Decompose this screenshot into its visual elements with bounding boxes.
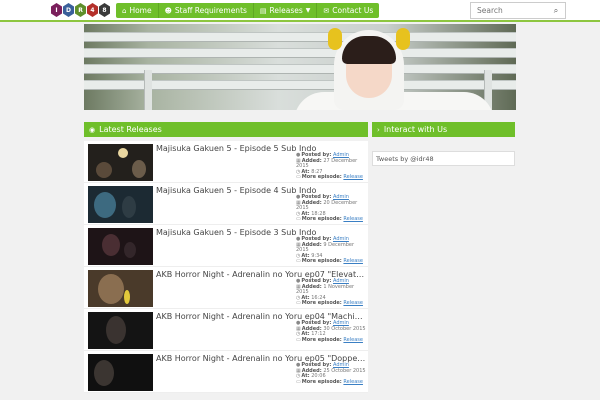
search-box: ⌕ [470, 2, 566, 19]
thumbnail-decoration [98, 274, 124, 304]
list-item: AKB Horror Night - Adrenalin no Yoru ep0… [84, 267, 368, 309]
thumbnail-decoration [106, 316, 126, 344]
release-list: Majisuka Gakuen 5 - Episode 5 Sub Indo ●… [84, 141, 368, 393]
nav-item-label: Home [129, 6, 152, 15]
folder-icon: ▭ [296, 300, 301, 307]
release-thumbnail[interactable] [88, 312, 153, 349]
nav-item-label: Contact Us [332, 6, 374, 15]
main-nav: ⌂ Home ☻ Staff Requirements ▤ Releases ▼… [116, 3, 380, 18]
chevron-down-icon: ▼ [305, 7, 311, 14]
release-meta: ●Posted by: Admin ▦Added: 1 November 201… [296, 278, 368, 307]
release-thumbnail[interactable] [88, 354, 153, 391]
section-title: Latest Releases [99, 125, 162, 134]
banner-decoration [84, 48, 516, 58]
search-input[interactable] [471, 6, 549, 15]
thumbnail-decoration [94, 360, 114, 386]
top-bar: I D R 4 8 ⌂ Home ☻ Staff Requirements ▤ … [0, 0, 600, 22]
logo-hex: I [51, 3, 62, 17]
logo-hex: D [63, 3, 74, 17]
release-link[interactable]: Release [343, 216, 363, 223]
envelope-icon: ✉ [323, 6, 330, 15]
release-link[interactable]: Release [343, 337, 363, 343]
nav-item-home[interactable]: ⌂ Home [116, 3, 159, 18]
release-link[interactable]: Release [343, 258, 363, 265]
thumbnail-decoration [122, 196, 136, 218]
section-title: Interact with Us [383, 125, 448, 134]
release-thumbnail[interactable] [88, 144, 153, 181]
release-thumbnail[interactable] [88, 186, 153, 223]
release-meta: ●Posted by: Admin ▦Added: 9 December 201… [296, 236, 368, 265]
rss-icon: ◉ [89, 125, 96, 134]
list-icon: ▤ [259, 6, 267, 15]
logo-hex: R [75, 3, 86, 17]
thumbnail-decoration [124, 290, 130, 304]
nav-item-label: Releases [269, 6, 303, 15]
release-date: 25 October 2015 [323, 367, 366, 374]
meta-label: More episode: [301, 174, 342, 181]
thumbnail-decoration [94, 192, 116, 218]
thumbnail-decoration [118, 148, 128, 158]
page: I D R 4 8 ⌂ Home ☻ Staff Requirements ▤ … [0, 0, 600, 400]
release-thumbnail[interactable] [88, 228, 153, 265]
nav-item-contact-us[interactable]: ✉ Contact Us [317, 3, 379, 18]
list-item: AKB Horror Night - Adrenalin no Yoru ep0… [84, 351, 368, 393]
home-icon: ⌂ [122, 6, 127, 15]
folder-icon: ▭ [296, 216, 301, 223]
site-logo[interactable]: I D R 4 8 [51, 3, 110, 19]
list-item: AKB Horror Night - Adrenalin no Yoru ep0… [84, 309, 368, 351]
tweets-widget[interactable]: Tweets by @idr48 [372, 151, 515, 166]
list-item: Majisuka Gakuen 5 - Episode 5 Sub Indo ●… [84, 141, 368, 183]
release-meta: ●Posted by: Admin ▦Added: 27 December 20… [296, 152, 368, 181]
release-link[interactable]: Release [343, 379, 363, 385]
tweets-label[interactable]: Tweets by @idr48 [376, 155, 434, 163]
folder-icon: ▭ [296, 378, 301, 385]
thumbnail-decoration [132, 160, 146, 178]
folder-icon: ▭ [296, 174, 301, 181]
latest-releases-header: ◉ Latest Releases [84, 122, 368, 137]
thumbnail-decoration [102, 234, 120, 256]
interact-header: › Interact with Us [372, 122, 515, 137]
meta-label: More episode: [301, 216, 342, 223]
thumbnail-decoration [124, 242, 136, 258]
meta-label: More episode: [301, 300, 342, 307]
folder-icon: ▭ [296, 258, 301, 265]
folder-icon: ▭ [296, 336, 301, 343]
banner-decoration [84, 32, 516, 42]
banner-decoration [328, 28, 342, 50]
meta-label: More episode: [301, 336, 342, 343]
chevron-right-icon: › [377, 125, 380, 134]
nav-item-releases[interactable]: ▤ Releases ▼ [254, 3, 318, 18]
search-icon[interactable]: ⌕ [549, 6, 563, 16]
nav-item-label: Staff Requirements [174, 6, 247, 15]
list-item: Majisuka Gakuen 5 - Episode 4 Sub Indo ●… [84, 183, 368, 225]
meta-label: More episode: [301, 378, 342, 385]
logo-hex: 8 [99, 3, 110, 17]
release-thumbnail[interactable] [88, 270, 153, 307]
release-meta: ●Posted by: Admin ▦Added: 20 December 20… [296, 194, 368, 223]
release-meta: ●Posted by: Admin ▦Added: 25 October 201… [296, 362, 368, 385]
meta-label: More episode: [301, 258, 342, 265]
header-banner [84, 24, 516, 110]
release-link[interactable]: Release [343, 300, 363, 307]
release-link[interactable]: Release [343, 174, 363, 181]
banner-decoration [144, 70, 152, 110]
release-date: 30 October 2015 [323, 325, 366, 332]
logo-hex: 4 [87, 3, 98, 17]
release-meta: ●Posted by: Admin ▦Added: 30 October 201… [296, 320, 368, 343]
users-icon: ☻ [164, 6, 172, 15]
nav-item-staff-requirements[interactable]: ☻ Staff Requirements [159, 3, 254, 18]
list-item: Majisuka Gakuen 5 - Episode 3 Sub Indo ●… [84, 225, 368, 267]
banner-decoration [396, 28, 410, 50]
thumbnail-decoration [96, 162, 112, 178]
